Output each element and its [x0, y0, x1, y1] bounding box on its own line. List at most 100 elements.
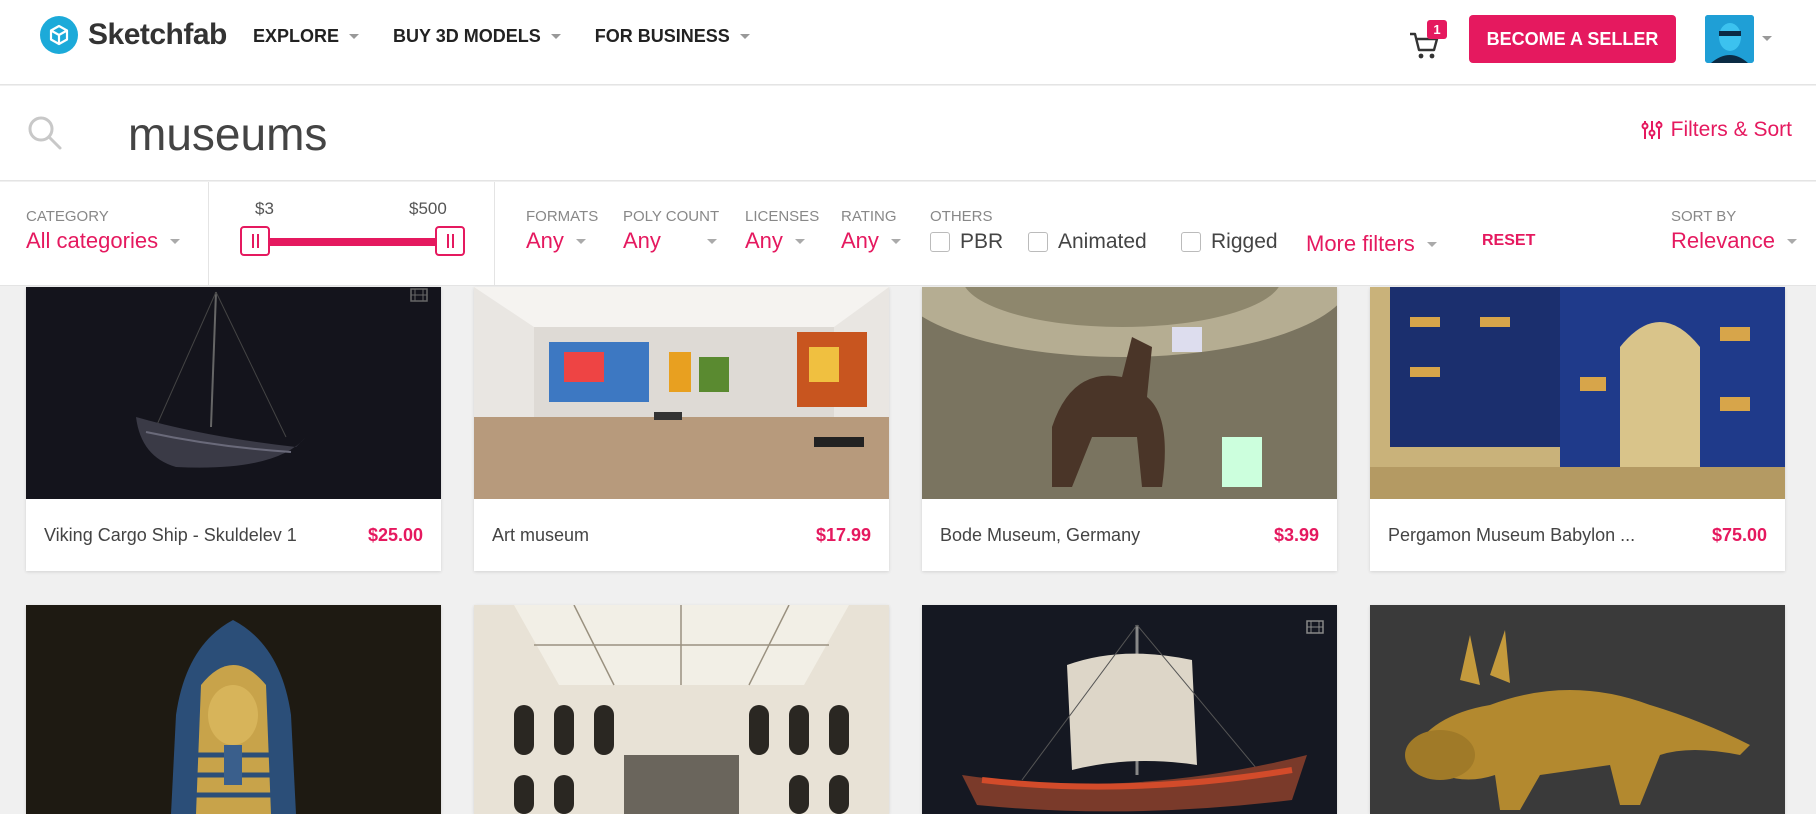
category-value: All categories	[26, 228, 159, 253]
checkbox-box[interactable]	[930, 232, 950, 252]
model-price: $25.00	[367, 524, 423, 545]
sort-value: Relevance	[1671, 228, 1775, 253]
pbr-checkbox[interactable]: PBR	[930, 230, 1003, 254]
model-thumbnail[interactable]	[922, 605, 1337, 814]
formats-label: FORMATS	[526, 208, 599, 225]
cart-button[interactable]: 1	[1407, 20, 1447, 59]
chevron-down-icon	[170, 238, 181, 244]
licenses-value-row: Any	[745, 228, 819, 254]
sketchfab-cube-icon	[40, 16, 78, 54]
model-title[interactable]: Bode Museum, Germany	[940, 525, 1140, 546]
chevron-down-icon	[575, 238, 586, 244]
sketchfab-logo[interactable]: Sketchfab	[40, 16, 227, 54]
animated-checkbox[interactable]: Animated	[1028, 230, 1147, 254]
search-icon	[28, 116, 62, 150]
chevron-down-icon	[890, 238, 901, 244]
chevron-down-icon	[1786, 238, 1797, 244]
rigged-label: Rigged	[1211, 230, 1278, 253]
chevron-down-icon[interactable]	[1762, 36, 1772, 41]
poly-count-filter[interactable]: POLY COUNT Any	[623, 208, 719, 254]
sort-value-row: Relevance	[1671, 228, 1797, 254]
divider	[208, 182, 209, 286]
model-card[interactable]: Bode Museum, Germany $3.99	[922, 287, 1337, 571]
price-max-label: $500	[409, 199, 447, 218]
formats-filter[interactable]: FORMATS Any	[526, 208, 598, 254]
poly-count-label: POLY COUNT	[623, 208, 720, 225]
licenses-filter[interactable]: LICENSES Any	[745, 208, 819, 254]
nav-explore-label: EXPLORE	[253, 26, 340, 46]
nav-buy-3d-models[interactable]: BUY 3D MODELS	[393, 26, 561, 47]
category-filter[interactable]: CATEGORY All categories	[26, 208, 181, 254]
model-card[interactable]	[474, 605, 889, 814]
model-card[interactable]	[922, 605, 1337, 814]
search-input[interactable]	[128, 104, 1328, 164]
top-bar: Sketchfab EXPLORE BUY 3D MODELS FOR BUSI…	[0, 0, 1816, 85]
film-icon	[1306, 620, 1324, 634]
animated-label: Animated	[1058, 230, 1147, 253]
category-value-row: All categories	[26, 228, 181, 254]
model-thumbnail[interactable]	[26, 287, 441, 500]
price-range-track[interactable]	[255, 238, 450, 246]
price-min-handle[interactable]	[240, 226, 270, 256]
nav-explore[interactable]: EXPLORE	[253, 26, 360, 47]
sort-by-dropdown[interactable]: SORT BY Relevance	[1671, 208, 1797, 254]
licenses-label: LICENSES	[745, 208, 820, 225]
checkbox-box[interactable]	[1181, 232, 1201, 252]
model-thumbnail[interactable]	[26, 605, 441, 814]
rating-filter[interactable]: RATING Any	[841, 208, 901, 254]
cart-count-badge: 1	[1427, 20, 1447, 39]
nav-for-business[interactable]: FOR BUSINESS	[595, 26, 750, 47]
model-card[interactable]: Art museum $17.99	[474, 287, 889, 571]
model-price: $17.99	[815, 524, 871, 545]
nav-buy-label: BUY 3D MODELS	[393, 26, 541, 46]
rating-label: RATING	[841, 208, 897, 225]
divider	[494, 182, 495, 286]
rating-value-row: Any	[841, 228, 901, 254]
card-footer: Art museum $17.99	[474, 499, 889, 571]
model-card[interactable]: Viking Cargo Ship - Skuldelev 1 $25.00	[26, 287, 441, 571]
filter-bar: CATEGORY All categories $3 $500 FORMATS …	[0, 182, 1816, 286]
price-min-label: $3	[255, 199, 274, 218]
chevron-down-icon	[1426, 241, 1437, 247]
model-card[interactable]	[1370, 605, 1785, 814]
main-nav: EXPLORE BUY 3D MODELS FOR BUSINESS	[253, 26, 750, 47]
logo-text: Sketchfab	[88, 18, 227, 51]
category-label: CATEGORY	[26, 208, 109, 225]
more-filters-row: More filters	[1306, 231, 1437, 257]
model-title[interactable]: Art museum	[492, 525, 589, 546]
filters-sort-button[interactable]: Filters & Sort	[1641, 118, 1792, 142]
chevron-down-icon	[707, 238, 717, 244]
more-filters-button[interactable]: More filters	[1306, 228, 1437, 257]
model-card[interactable]	[26, 605, 441, 814]
model-thumbnail[interactable]	[1370, 287, 1785, 500]
card-footer: Viking Cargo Ship - Skuldelev 1 $25.00	[26, 499, 441, 571]
price-max-handle[interactable]	[435, 226, 465, 256]
chevron-down-icon	[739, 34, 750, 39]
formats-value: Any	[526, 228, 564, 253]
model-card[interactable]: Pergamon Museum Babylon ... $75.00	[1370, 287, 1785, 571]
licenses-value: Any	[745, 228, 783, 253]
model-thumbnail[interactable]	[474, 287, 889, 500]
avatar[interactable]	[1705, 15, 1754, 63]
model-thumbnail[interactable]	[1370, 605, 1785, 814]
checkbox-box[interactable]	[1028, 232, 1048, 252]
model-thumbnail[interactable]	[474, 605, 889, 814]
rigged-checkbox[interactable]: Rigged	[1181, 230, 1278, 254]
model-title[interactable]: Pergamon Museum Babylon ...	[1388, 525, 1635, 546]
more-filters-label: More filters	[1306, 231, 1415, 256]
reset-button[interactable]: RESET	[1482, 232, 1535, 250]
formats-value-row: Any	[526, 228, 598, 254]
card-footer: Pergamon Museum Babylon ... $75.00	[1370, 499, 1785, 571]
model-thumbnail[interactable]	[922, 287, 1337, 500]
poly-count-value: Any	[623, 228, 661, 253]
become-seller-button[interactable]: BECOME A SELLER	[1469, 15, 1676, 63]
nav-business-label: FOR BUSINESS	[594, 26, 730, 46]
filters-sort-label: Filters & Sort	[1670, 118, 1792, 141]
chevron-down-icon	[550, 34, 561, 39]
search-bar: Filters & Sort	[0, 86, 1816, 181]
rating-value: Any	[841, 228, 879, 253]
pbr-label: PBR	[960, 230, 1004, 253]
model-title[interactable]: Viking Cargo Ship - Skuldelev 1	[44, 525, 297, 546]
model-price: $75.00	[1711, 524, 1767, 545]
card-footer: Bode Museum, Germany $3.99	[922, 499, 1337, 571]
